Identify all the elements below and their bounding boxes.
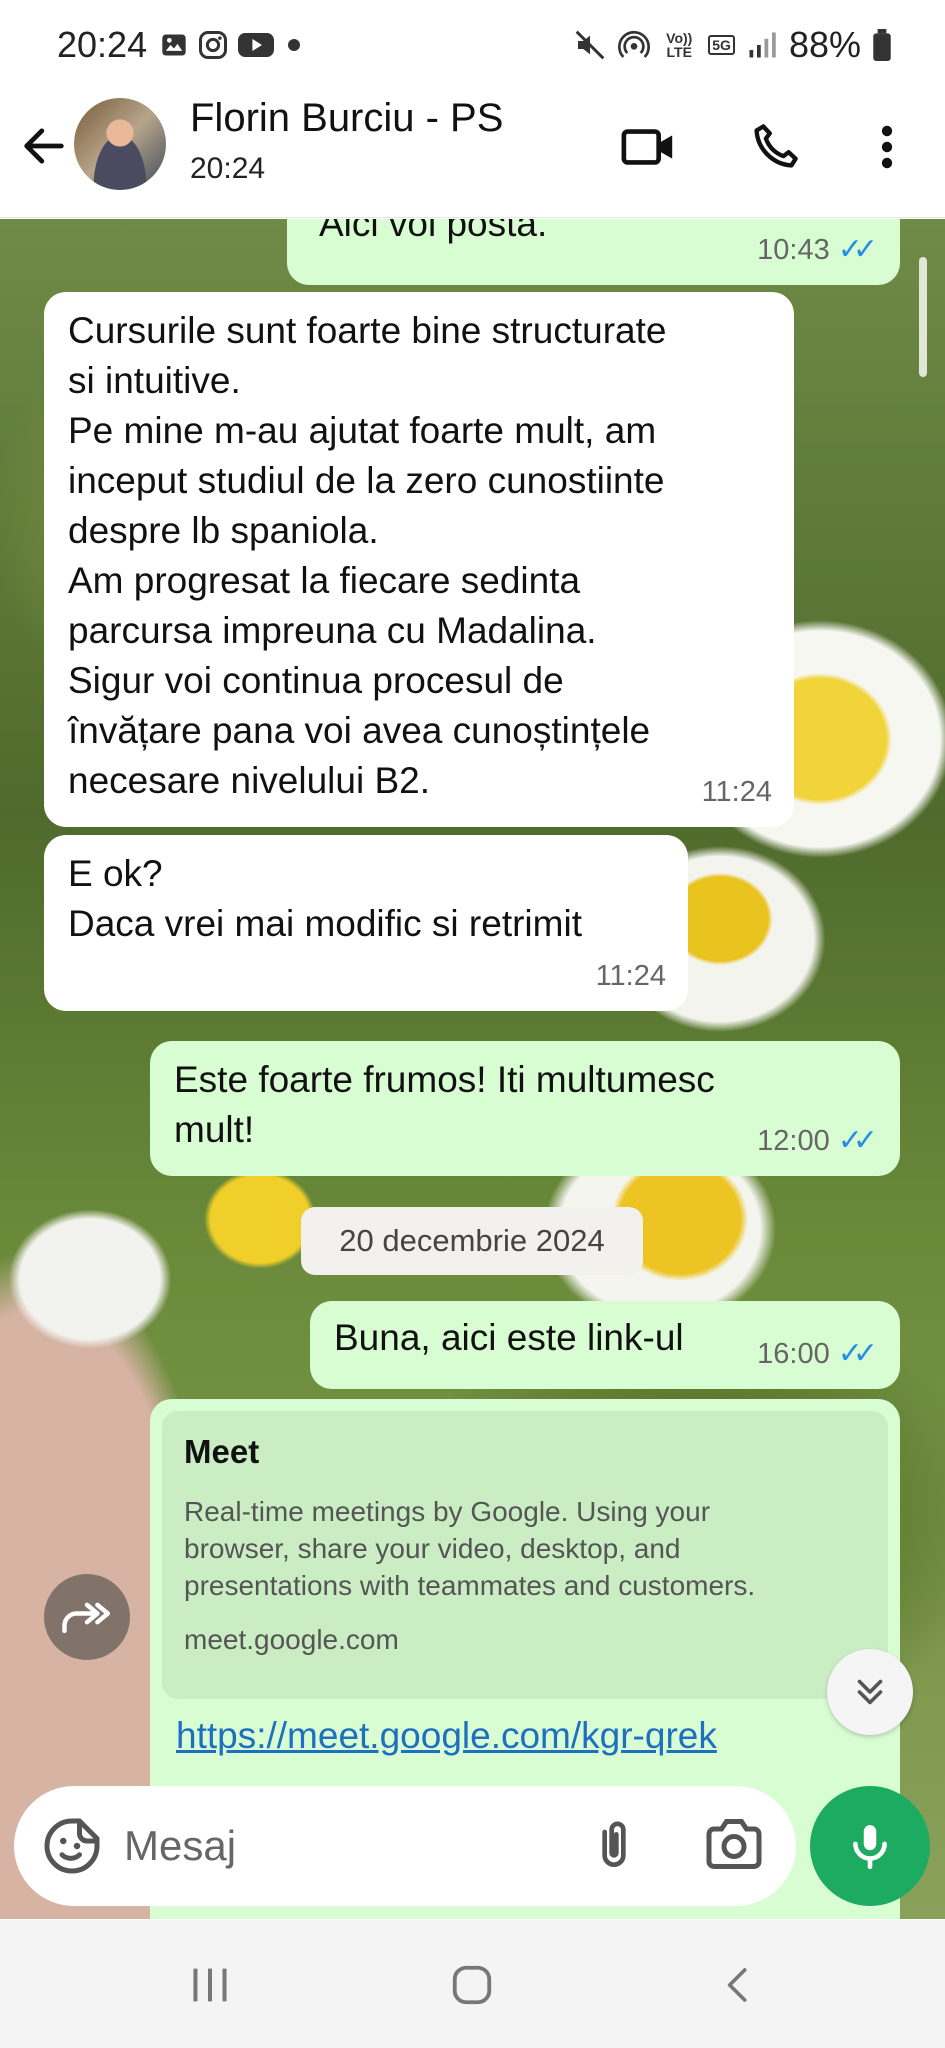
message-meta: 10:43 ✓✓ bbox=[757, 225, 878, 275]
system-navigation-bar bbox=[0, 1920, 945, 2048]
link-preview-title: Meet bbox=[184, 1433, 260, 1470]
sticker-button[interactable] bbox=[42, 1816, 102, 1876]
read-receipt-icon: ✓✓ bbox=[837, 1337, 878, 1370]
home-icon bbox=[452, 1965, 492, 2005]
recent-apps-icon bbox=[193, 1968, 227, 2002]
compose-field[interactable] bbox=[14, 1786, 796, 1906]
scroll-to-bottom-button[interactable] bbox=[827, 1649, 913, 1735]
message-time: 12:00 bbox=[757, 1125, 830, 1157]
scrollbar[interactable] bbox=[919, 257, 927, 377]
message-outgoing[interactable]: Aici voi posta. 10:43 ✓✓ bbox=[287, 219, 900, 285]
camera-icon bbox=[706, 1819, 762, 1869]
contact-name[interactable]: Florin Burciu - PS bbox=[190, 96, 503, 141]
message-meta: 11:24 bbox=[702, 767, 772, 817]
forward-button[interactable] bbox=[44, 1574, 130, 1660]
video-camera-icon bbox=[621, 129, 673, 165]
message-input[interactable] bbox=[124, 1816, 544, 1876]
battery-percent: 88% bbox=[788, 24, 861, 65]
contact-avatar[interactable] bbox=[74, 98, 166, 190]
link-preview-domain: meet.google.com bbox=[184, 1624, 399, 1655]
system-icons: Vo)) LTE 5G 88% bbox=[574, 24, 891, 66]
camera-button[interactable] bbox=[704, 1816, 766, 1876]
message-text: E ok? Daca vrei mai modific si retrimit bbox=[68, 853, 582, 944]
home-button[interactable] bbox=[442, 1960, 502, 2010]
message-time: 16:00 bbox=[757, 1338, 830, 1370]
instagram-icon bbox=[199, 31, 227, 59]
message-meta: 11:24 bbox=[596, 951, 666, 1001]
chevron-left-icon bbox=[727, 1968, 747, 2002]
battery-icon bbox=[873, 29, 891, 61]
video-call-button[interactable] bbox=[614, 112, 684, 182]
message-time: 11:24 bbox=[595, 960, 666, 992]
system-back-button[interactable] bbox=[708, 1960, 768, 2010]
message-link[interactable]: https://meet.google.com/kgr-qrek bbox=[176, 1715, 717, 1757]
attach-button[interactable] bbox=[586, 1816, 646, 1876]
recent-apps-button[interactable] bbox=[180, 1960, 240, 2010]
link-preview-description: Real-time meetings by Google. Using your… bbox=[184, 1496, 756, 1601]
microphone-icon bbox=[853, 1825, 887, 1870]
read-receipt-icon: ✓✓ bbox=[837, 233, 878, 266]
message-outgoing[interactable]: Este foarte frumos! Iti multumesc mult! … bbox=[150, 1041, 900, 1176]
more-vertical-icon bbox=[881, 125, 893, 169]
arrow-left-icon bbox=[24, 128, 64, 164]
message-time: 11:24 bbox=[701, 776, 772, 808]
compose-bar bbox=[0, 1768, 945, 1920]
dot-icon bbox=[288, 39, 300, 51]
date-separator: 20 decembrie 2024 bbox=[301, 1207, 643, 1275]
chevron-double-down-icon bbox=[857, 1679, 883, 1705]
message-text: Cursurile sunt foarte bine structurate s… bbox=[68, 310, 667, 801]
voice-message-button[interactable] bbox=[810, 1786, 930, 1906]
volte-indicator: Vo)) LTE bbox=[666, 30, 693, 60]
signal-icon bbox=[749, 32, 776, 58]
read-receipt-icon: ✓✓ bbox=[837, 1124, 878, 1157]
sticker-icon bbox=[44, 1818, 100, 1874]
message-incoming[interactable]: E ok? Daca vrei mai modific si retrimit … bbox=[44, 835, 688, 1011]
more-options-button[interactable] bbox=[852, 112, 922, 182]
message-time: 10:43 bbox=[757, 234, 830, 266]
back-button[interactable] bbox=[18, 120, 74, 180]
network-type: 5G bbox=[708, 35, 735, 55]
notification-icons bbox=[160, 30, 304, 60]
youtube-icon bbox=[238, 33, 274, 57]
voice-call-button[interactable] bbox=[740, 112, 810, 182]
message-meta: 12:00 ✓✓ bbox=[757, 1116, 878, 1166]
status-time: 20:24 bbox=[57, 24, 148, 65]
chat-header: Florin Burciu - PS 20:24 bbox=[0, 92, 945, 218]
hotspot-icon bbox=[618, 30, 651, 58]
message-incoming[interactable]: Cursurile sunt foarte bine structurate s… bbox=[44, 292, 794, 827]
forward-icon bbox=[62, 1602, 111, 1634]
gallery-icon bbox=[162, 34, 186, 56]
mute-icon bbox=[575, 30, 605, 60]
phone-icon bbox=[754, 124, 798, 168]
paperclip-icon bbox=[602, 1821, 626, 1867]
message-meta: 16:00 ✓✓ bbox=[757, 1329, 878, 1379]
link-preview-card[interactable]: Meet Real-time meetings by Google. Using… bbox=[162, 1411, 888, 1699]
status-bar: 20:24 Vo)) LTE 5G 88% bbox=[0, 0, 945, 92]
last-seen: 20:24 bbox=[190, 152, 266, 185]
message-outgoing[interactable]: Buna, aici este link-ul 16:00 ✓✓ bbox=[310, 1301, 900, 1389]
chat-area[interactable]: Aici voi posta. 10:43 ✓✓ Cursurile sunt … bbox=[0, 219, 945, 1919]
